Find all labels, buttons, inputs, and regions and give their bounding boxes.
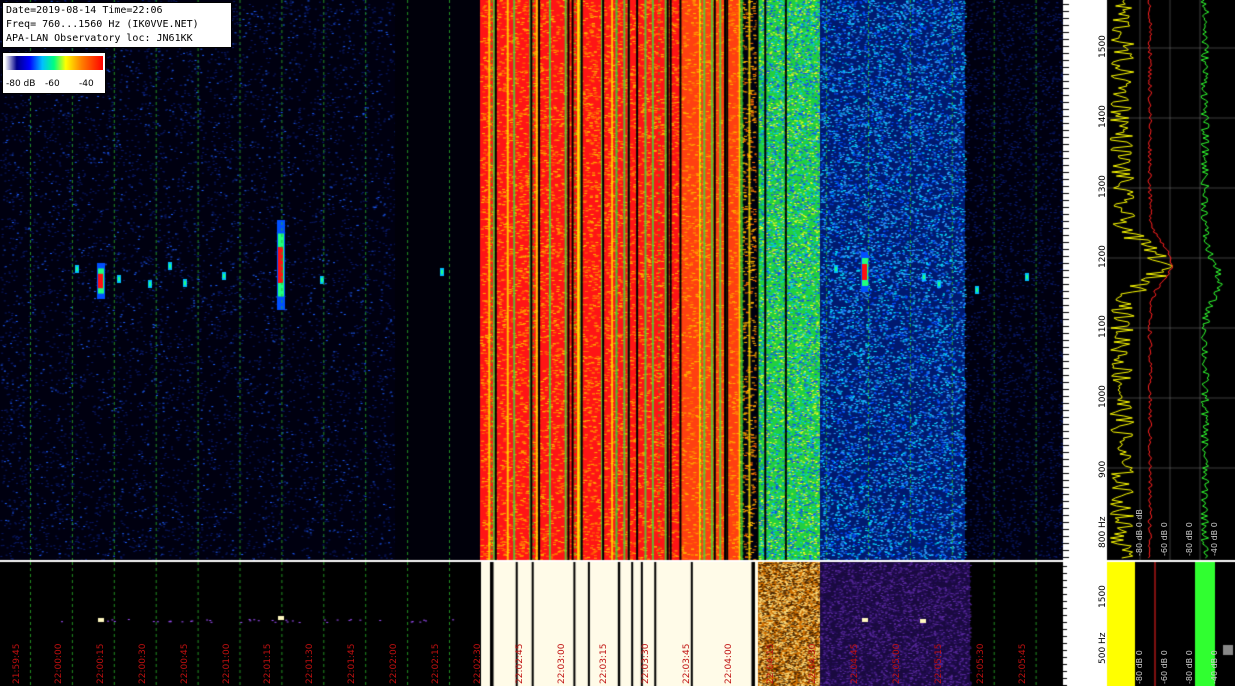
time-label: 22:01:45 (347, 643, 358, 684)
scale-label-high: -40 (79, 79, 94, 89)
time-label: 22:05:15 (933, 643, 944, 684)
color-scale-legend: -80 dB -60 -40 (2, 52, 106, 94)
level-label: -60 dB 0 (1160, 522, 1169, 556)
time-label: 22:05:00 (891, 643, 902, 684)
level-label-lower: -40 dB 0 (1210, 650, 1219, 684)
time-label: 22:01:00 (221, 643, 232, 684)
time-label: 22:04:00 (724, 643, 735, 684)
level-label: -80 dB 0 (1185, 522, 1194, 556)
time-label: 22:00:30 (137, 643, 148, 684)
time-label: 22:02:30 (472, 643, 483, 684)
time-label: 22:01:15 (263, 643, 274, 684)
frequency-label-lower: 1500 (1098, 585, 1108, 608)
time-label: 22:04:15 (766, 643, 777, 684)
level-label-lower: -80 dB 0 (1135, 650, 1144, 684)
time-label: 22:03:00 (556, 643, 567, 684)
time-label: 22:04:30 (808, 643, 819, 684)
frequency-label: 900 (1098, 460, 1108, 478)
frequency-label: 1500 (1098, 35, 1108, 58)
level-label-lower: -80 dB 0 (1185, 650, 1194, 684)
color-scale-bar (5, 56, 103, 70)
frequency-label: 1300 (1098, 175, 1108, 198)
time-label: 22:05:45 (1017, 643, 1028, 684)
time-label: 22:03:45 (682, 643, 693, 684)
frequency-label: 1000 (1098, 385, 1108, 408)
level-label: -80 dB 0 dB (1135, 509, 1144, 556)
time-label: 22:02:45 (514, 643, 525, 684)
time-label: 22:02:00 (389, 643, 400, 684)
frequency-label: 1100 (1098, 315, 1108, 338)
level-label: -40 dB 0 (1210, 522, 1219, 556)
time-label: 22:04:45 (850, 643, 860, 684)
waterfall-spectrogram (0, 0, 1235, 686)
time-label: 22:05:30 (975, 643, 986, 684)
time-label: 22:01:30 (305, 643, 316, 684)
time-label: 22:00:00 (53, 643, 64, 684)
info-observatory: APA-LAN Observatory loc: JN61KK (6, 33, 193, 44)
frequency-label-lower: 500 Hz (1098, 632, 1108, 664)
frequency-label: 1200 (1098, 245, 1108, 268)
frequency-label: 800 Hz (1098, 516, 1108, 548)
time-label: 21:59:45 (12, 643, 22, 684)
time-label: 22:00:15 (95, 643, 106, 684)
time-label: 22:02:15 (431, 643, 441, 684)
frequency-label: 1400 (1098, 105, 1108, 128)
scale-label-mid: -60 (45, 79, 60, 89)
scale-label-low: -80 dB (6, 79, 36, 89)
level-label-lower: -60 dB 0 (1160, 650, 1169, 684)
info-frequency: Freq= 760...1560 Hz (IK0VVE.NET) (6, 19, 199, 30)
time-label: 22:00:45 (179, 643, 190, 684)
time-label: 22:03:15 (598, 643, 609, 684)
info-date-time: Date=2019-08-14 Time=22:06 (6, 5, 163, 16)
time-label: 22:03:30 (640, 643, 651, 684)
info-panel: Date=2019-08-14 Time=22:06 Freq= 760...1… (2, 2, 232, 48)
